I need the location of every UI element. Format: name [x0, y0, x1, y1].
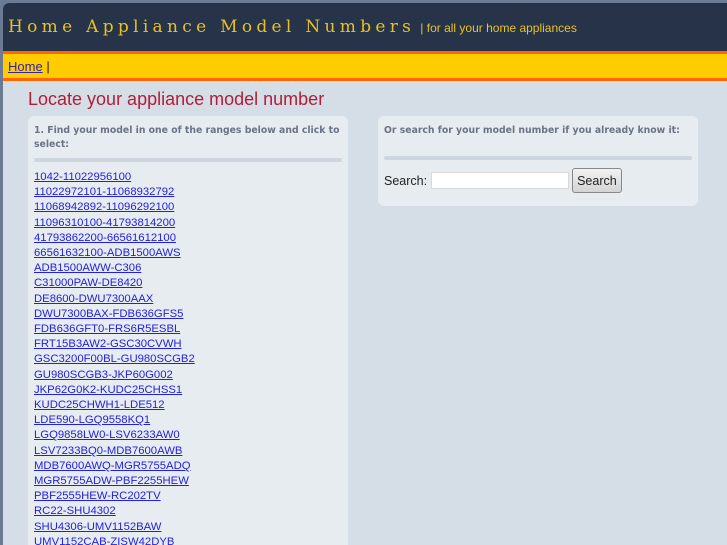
- range-link[interactable]: JKP62G0K2-KUDC25CHSS1: [34, 383, 342, 398]
- range-link[interactable]: SHU4306-UMV1152BAW: [34, 520, 342, 535]
- range-link[interactable]: MGR5755ADW-PBF2255HEW: [34, 474, 342, 489]
- search-label: Search:: [384, 173, 428, 188]
- range-link[interactable]: 11022972101-11068932792: [34, 185, 342, 200]
- range-link[interactable]: DE8600-DWU7300AAX: [34, 292, 342, 307]
- range-link[interactable]: 1042-11022956100: [34, 170, 342, 185]
- divider: [384, 156, 692, 160]
- range-link[interactable]: GU980SCGB3-JKP60G002: [34, 368, 342, 383]
- range-link[interactable]: UMV1152CAB-ZISW42DYB: [34, 535, 342, 545]
- range-link[interactable]: 66561632100-ADB1500AWS: [34, 246, 342, 261]
- range-link[interactable]: KUDC25CHWH1-LDE512: [34, 398, 342, 413]
- range-link[interactable]: MDB7600AWQ-MGR5755ADQ: [34, 459, 342, 474]
- range-link[interactable]: RC22-SHU4302: [34, 504, 342, 519]
- range-link[interactable]: LGQ9858LW0-LSV6233AW0: [34, 428, 342, 443]
- search-input[interactable]: [431, 172, 570, 189]
- page-title: Locate your appliance model number: [28, 89, 325, 109]
- range-link[interactable]: DWU7300BAX-FDB636GFS5: [34, 307, 342, 322]
- search-title: Or search for your model number if you a…: [384, 125, 680, 136]
- range-link[interactable]: FRT15B3AW2-GSC30CVWH: [34, 337, 342, 352]
- range-link[interactable]: FDB636GFT0-FRS6R5ESBL: [34, 322, 342, 337]
- search-panel: Or search for your model number if you a…: [378, 116, 698, 206]
- nav-bar: Home |: [3, 51, 727, 81]
- range-link[interactable]: LDE590-LGQ9558KQ1: [34, 413, 342, 428]
- header: Home Appliance Model Numbers | for all y…: [3, 3, 727, 51]
- range-link[interactable]: ADB1500AWW-C306: [34, 261, 342, 276]
- site-title: Home Appliance Model Numbers: [8, 17, 416, 37]
- page: Home Appliance Model Numbers | for all y…: [3, 3, 727, 545]
- range-link[interactable]: 41793862200-66561612100: [34, 231, 342, 246]
- nav-separator: |: [46, 59, 50, 74]
- range-link[interactable]: LSV7233BQ0-MDB7600AWB: [34, 444, 342, 459]
- ranges-list: 1042-11022956100 11022972101-11068932792 1…: [34, 170, 342, 545]
- range-link[interactable]: C31000PAW-DE8420: [34, 276, 342, 291]
- range-link[interactable]: 11068942892-11096292100: [34, 200, 342, 215]
- search-row: Search: Search: [384, 168, 692, 193]
- divider: [34, 158, 342, 162]
- ranges-title: 1. Find your model in one of the ranges …: [34, 125, 340, 150]
- range-link[interactable]: GSC3200F00BL-GU980SCGB2: [34, 352, 342, 367]
- range-link[interactable]: 11096310100-41793814200: [34, 216, 342, 231]
- nav-home-link[interactable]: Home: [8, 59, 43, 74]
- search-button[interactable]: Search: [572, 168, 622, 193]
- ranges-panel: 1. Find your model in one of the ranges …: [28, 116, 348, 545]
- range-link[interactable]: PBF2555HEW-RC202TV: [34, 489, 342, 504]
- tagline: | for all your home appliances: [420, 21, 577, 35]
